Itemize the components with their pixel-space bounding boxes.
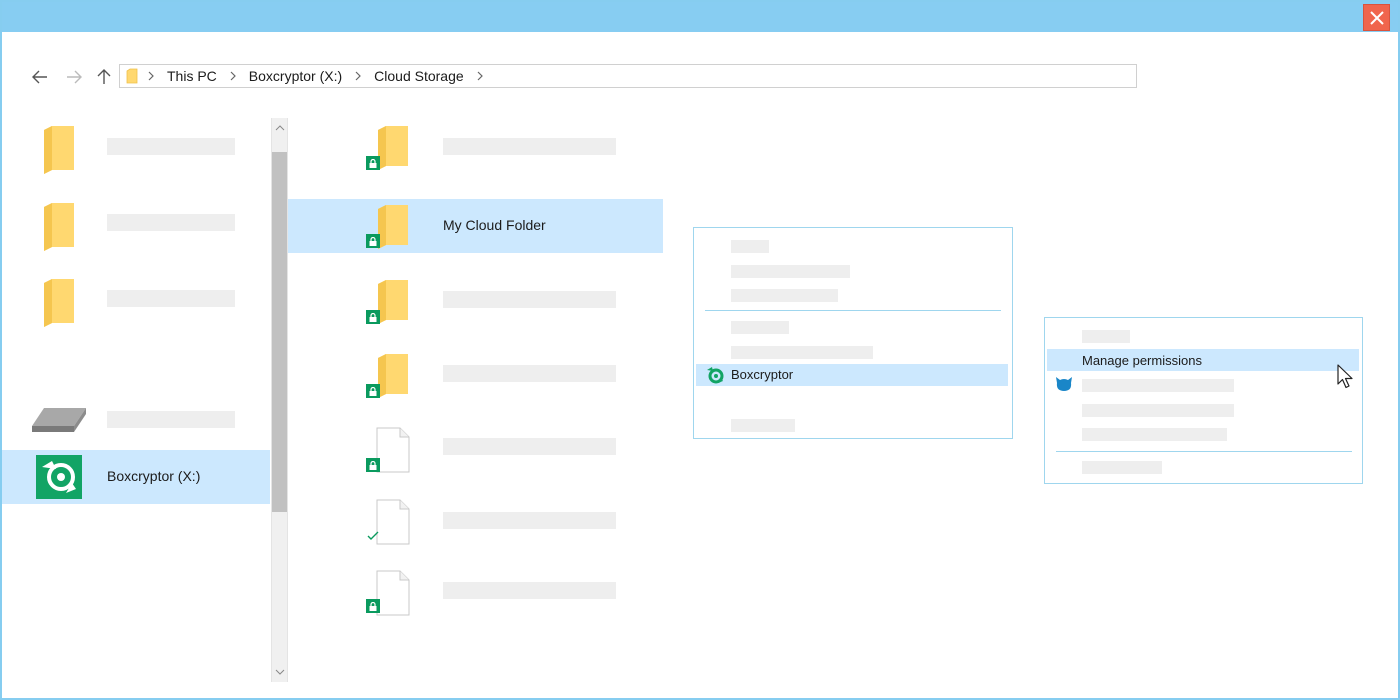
breadcrumb-this-pc[interactable]: This PC	[164, 68, 220, 84]
address-bar[interactable]: This PC Boxcryptor (X:) Cloud Storage	[119, 64, 1137, 88]
check-icon	[367, 531, 379, 540]
placeholder-text	[107, 290, 235, 307]
list-item[interactable]	[288, 568, 663, 622]
sidebar-item[interactable]	[2, 272, 270, 328]
breadcrumb-cloud-storage[interactable]: Cloud Storage	[371, 68, 467, 84]
sidebar-item[interactable]	[2, 400, 270, 440]
placeholder-text	[443, 512, 616, 529]
folder-icon	[378, 354, 408, 398]
boxcryptor-submenu: Manage permissions	[1044, 317, 1363, 484]
lock-badge-icon	[366, 384, 380, 398]
scroll-up-button[interactable]	[272, 120, 287, 136]
title-bar	[2, 2, 1398, 32]
placeholder-text	[443, 291, 616, 308]
menu-item-placeholder[interactable]	[1082, 404, 1234, 417]
folder-icon	[126, 68, 138, 84]
placeholder-text	[107, 411, 235, 428]
back-button[interactable]	[28, 64, 52, 90]
list-item[interactable]	[288, 274, 663, 328]
menu-item-placeholder[interactable]	[731, 346, 873, 359]
list-item[interactable]	[288, 120, 663, 174]
menu-item-placeholder[interactable]	[731, 289, 838, 302]
breadcrumb-boxcryptor-drive[interactable]: Boxcryptor (X:)	[246, 68, 345, 84]
context-menu: Boxcryptor	[693, 227, 1013, 439]
sidebar-item-label: Boxcryptor (X:)	[107, 468, 201, 484]
folder-icon	[378, 126, 408, 170]
drive-icon	[32, 408, 86, 432]
close-icon	[1369, 10, 1384, 25]
mouse-pointer-icon	[1337, 364, 1353, 389]
menu-item-placeholder[interactable]	[1082, 461, 1162, 474]
placeholder-text	[107, 214, 235, 231]
chevron-right-icon	[220, 71, 246, 81]
menu-item-placeholder[interactable]	[1082, 428, 1227, 441]
chevron-right-icon	[467, 71, 493, 81]
folder-icon	[44, 279, 74, 327]
menu-item-label: Boxcryptor	[731, 367, 794, 382]
menu-separator	[705, 310, 1001, 311]
scroll-down-button[interactable]	[272, 664, 287, 680]
up-button[interactable]	[92, 64, 116, 90]
lock-badge-icon	[366, 156, 380, 170]
folder-icon	[44, 203, 74, 251]
sidebar-item-boxcryptor-drive[interactable]: Boxcryptor (X:)	[2, 450, 270, 504]
lock-badge-icon	[366, 234, 380, 248]
sidebar-scrollbar[interactable]	[271, 118, 288, 682]
menu-item-placeholder[interactable]	[731, 321, 789, 334]
file-icon	[376, 427, 410, 473]
explorer-window: This PC Boxcryptor (X:) Cloud Storage Bo…	[0, 0, 1400, 700]
menu-separator	[1056, 451, 1352, 452]
forward-button[interactable]	[62, 64, 86, 90]
scrollbar-thumb[interactable]	[272, 152, 287, 512]
menu-item-boxcryptor[interactable]: Boxcryptor	[696, 364, 1008, 386]
folder-icon	[44, 126, 74, 174]
menu-item-label: Manage permissions	[1082, 353, 1202, 368]
menu-item-placeholder[interactable]	[731, 265, 850, 278]
chevron-right-icon	[345, 71, 371, 81]
list-item[interactable]	[288, 424, 663, 478]
list-item-my-cloud-folder[interactable]: My Cloud Folder	[288, 199, 663, 253]
file-icon	[376, 570, 410, 616]
placeholder-text	[443, 138, 616, 155]
boxcryptor-drive-icon	[36, 455, 82, 499]
chevron-right-icon	[138, 71, 164, 81]
lock-badge-icon	[366, 458, 380, 472]
whisply-icon	[1056, 377, 1072, 391]
list-item[interactable]	[288, 496, 663, 550]
arrow-up-icon	[97, 69, 111, 84]
placeholder-text	[443, 582, 616, 599]
arrow-right-icon	[67, 70, 82, 84]
menu-item-placeholder[interactable]	[731, 419, 795, 432]
placeholder-text	[443, 365, 616, 382]
encrypted-folder-icon	[378, 205, 408, 249]
arrow-left-icon	[32, 70, 47, 84]
menu-item-manage-permissions[interactable]: Manage permissions	[1047, 349, 1359, 371]
boxcryptor-logo-icon	[707, 367, 724, 384]
menu-item-placeholder[interactable]	[731, 240, 769, 253]
lock-badge-icon	[366, 599, 380, 613]
folder-icon	[378, 280, 408, 324]
lock-badge-icon	[366, 310, 380, 324]
placeholder-text	[107, 138, 235, 155]
chevron-up-icon	[275, 125, 284, 131]
placeholder-text	[443, 438, 616, 455]
sidebar-item[interactable]	[2, 196, 270, 252]
sidebar-item[interactable]	[2, 118, 270, 174]
file-icon	[376, 499, 410, 545]
list-item[interactable]	[288, 348, 663, 402]
close-button[interactable]	[1363, 4, 1390, 31]
menu-item-placeholder[interactable]	[1082, 379, 1234, 392]
chevron-down-icon	[275, 669, 284, 675]
list-item-label: My Cloud Folder	[443, 217, 546, 233]
menu-item-placeholder[interactable]	[1082, 330, 1130, 343]
